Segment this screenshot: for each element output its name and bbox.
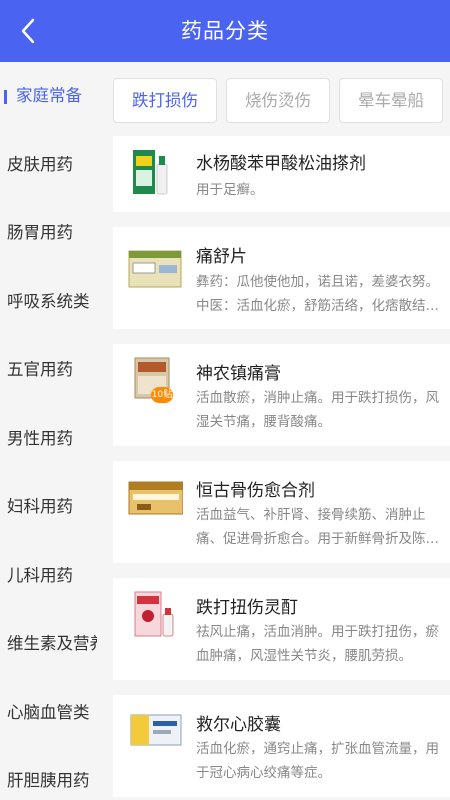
product-image (128, 481, 183, 515)
product-description: 活血化瘀，通窍止痛，扩张血管流量，用于冠心病心绞痛等症。 (196, 741, 439, 781)
sidebar-item-label: 维生素及营养 (7, 634, 97, 653)
sidebar-item-label: 皮肤用药 (7, 154, 73, 174)
tab-motion-sickness[interactable]: 晕车晕船 (339, 78, 443, 123)
product-list: 水杨酸苯甲酸松油搽剂 用于足癣。 痛舒片 彝药：瓜他使他加，诺且诺，差婆衣努。 … (113, 136, 450, 800)
product-image (128, 250, 182, 288)
sidebar-item-label: 肠胃用药 (7, 223, 73, 242)
product-card[interactable]: 10贴 神农镇痛膏 活血散瘀，消肿止痛。用于跌打损伤，风湿关节痛，腰背酸痛。 (113, 344, 450, 446)
sidebar-item-cardio[interactable]: 心脑血管类 (0, 679, 97, 748)
sidebar-item-ent[interactable]: 五官用药 (0, 336, 97, 405)
sidebar-item-label: 儿科用药 (7, 565, 73, 585)
sidebar-item-label: 五官用药 (7, 360, 73, 379)
sidebar-item-male[interactable]: 男性用药 (0, 405, 97, 474)
product-description: 活血散瘀，消肿止痛。用于跌打损伤，风湿关节痛，腰背酸痛。 (196, 390, 439, 430)
category-sidebar: 家庭常备 皮肤用药 肠胃用药 呼吸系统类 五官用药 男性用药 妇科用药 儿科用药… (0, 62, 97, 800)
product-card[interactable]: 痛舒片 彝药：瓜他使他加，诺且诺，差婆衣努。 中医：活血化瘀，舒筋活络，化痞散结… (113, 227, 450, 329)
sidebar-item-label: 家庭常备 (16, 86, 82, 105)
sidebar-item-label: 呼吸系统类 (7, 291, 90, 311)
product-image (130, 714, 182, 746)
product-card[interactable]: 跌打扭伤灵酊 祛风止痛，活血消肿。用于跌打扭伤，瘀血肿痛，风湿性关节炎，腰肌劳损… (113, 578, 450, 680)
sidebar-item-gynecology[interactable]: 妇科用药 (0, 473, 97, 542)
product-name: 水杨酸苯甲酸松油搽剂 (196, 154, 366, 174)
page-title: 药品分类 (181, 19, 269, 43)
product-name: 跌打扭伤灵酊 (196, 598, 298, 618)
sidebar-item-vitamins[interactable]: 维生素及营养 (0, 610, 97, 679)
tab-bruises[interactable]: 跌打损伤 (113, 78, 217, 123)
product-card[interactable]: 水杨酸苯甲酸松油搽剂 用于足癣。 (113, 136, 450, 212)
product-name: 痛舒片 (196, 247, 247, 267)
product-name: 神农镇痛膏 (196, 364, 281, 384)
product-description: 祛风止痛，活血消肿。用于跌打扭伤，瘀血肿痛，风湿性关节炎，腰肌劳损。 (196, 624, 439, 664)
sidebar-item-respiratory[interactable]: 呼吸系统类 (0, 268, 97, 337)
sidebar-item-pediatric[interactable]: 儿科用药 (0, 542, 97, 611)
product-description: 用于足癣。 (196, 182, 264, 198)
sidebar-item-label: 妇科用药 (7, 497, 73, 516)
sidebar-item-liver[interactable]: 肝胆胰用药 (0, 747, 97, 800)
product-name: 救尔心胶囊 (196, 715, 281, 735)
sidebar-item-skin[interactable]: 皮肤用药 (0, 131, 97, 200)
active-indicator (4, 90, 7, 104)
app-header: 药品分类 (0, 0, 450, 62)
sidebar-item-label: 肝胆胰用药 (7, 771, 90, 790)
product-image (133, 150, 168, 195)
product-image: 10贴 (127, 354, 183, 408)
sidebar-item-label: 男性用药 (7, 428, 73, 448)
product-image (134, 591, 174, 637)
product-card[interactable]: 恒古骨伤愈合剂 活血益气、补肝肾、接骨续筋、消肿止痛、促进骨折愈合。用于新鲜骨折… (113, 461, 450, 563)
product-description: 彝药：瓜他使他加，诺且诺，差婆衣努。 中医：活血化瘀，舒筋活络，化痞散结，消肿止… (196, 274, 439, 314)
product-name: 恒古骨伤愈合剂 (196, 481, 315, 501)
product-description: 活血益气、补肝肾、接骨续筋、消肿止痛、促进骨折愈合。用于新鲜骨折及陈旧骨折。 (196, 507, 439, 547)
product-panel: 跌打损伤 烧伤烫伤 晕车晕船 水杨酸苯甲酸松油搽剂 用于足癣。 痛舒片 彝药：瓜… (97, 62, 450, 800)
tab-burns[interactable]: 烧伤烫伤 (226, 78, 330, 123)
product-card[interactable]: 救尔心胶囊 活血化瘀，通窍止痛，扩张血管流量，用于冠心病心绞痛等症。 (113, 695, 450, 797)
sidebar-item-family[interactable]: 家庭常备 (0, 62, 97, 131)
pack-count-badge: 10贴 (151, 387, 173, 403)
sidebar-item-label: 心脑血管类 (7, 702, 90, 722)
sidebar-item-stomach[interactable]: 肠胃用药 (0, 199, 97, 268)
subcategory-tabs: 跌打损伤 烧伤烫伤 晕车晕船 (113, 78, 443, 123)
